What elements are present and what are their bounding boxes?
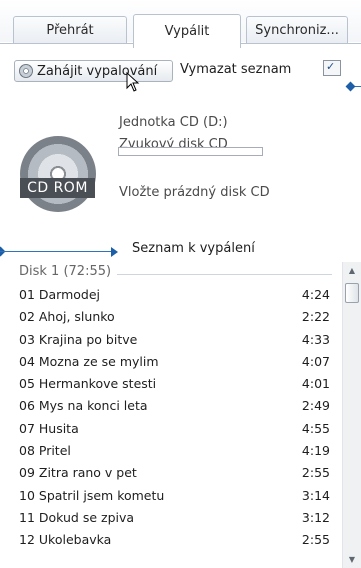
scroll-thumb[interactable]	[345, 283, 359, 303]
list-item[interactable]: 11 Dokud se zpiva 3:12	[0, 507, 342, 529]
track-title: 11 Dokud se zpiva	[19, 509, 135, 525]
track-title: 02 Ahoj, slunko	[19, 309, 115, 325]
track-duration: 4:33	[301, 331, 330, 347]
disk-header: Disk 1 (72:55)	[0, 262, 342, 284]
drive-name: Jednotka CD (D:)	[119, 115, 228, 130]
tab-sync[interactable]: Synchroniz...	[246, 16, 348, 44]
tab-play[interactable]: Přehrát	[13, 16, 127, 44]
list-item[interactable]: 06 Mys na konci leta 2:49	[0, 395, 342, 417]
checklist-icon: ✓	[326, 60, 336, 73]
track-duration: 4:24	[301, 287, 330, 302]
track-duration: 2:49	[301, 398, 330, 414]
track-title: 12 Ukolebavka	[19, 532, 112, 548]
start-burn-button[interactable]: Zahájit vypalování	[14, 60, 173, 82]
drive-panel: CD ROM Jednotka CD (D:) Zvukový disk CD …	[0, 100, 361, 235]
play-arrow-icon	[111, 247, 118, 257]
list-item[interactable]: 01 Darmodej 4:24	[0, 284, 342, 306]
track-title: 06 Mys na konci leta	[19, 398, 148, 414]
track-duration: 4:07	[301, 353, 330, 369]
burn-progress-bar	[118, 147, 263, 156]
burn-toolbar: Zahájit vypalování Vymazat seznam ✓	[0, 44, 361, 100]
tab-sync-label: Synchroniz...	[255, 23, 339, 38]
track-duration: 2:55	[301, 532, 330, 548]
list-options-button[interactable]: ✓	[323, 60, 341, 76]
cd-disc-icon	[20, 136, 96, 212]
track-duration: 3:14	[301, 487, 330, 503]
insert-disc-instruction: Vložte prázdný disk CD	[119, 185, 270, 200]
burn-list-header: Seznam k vypálení	[0, 238, 361, 261]
track-duration: 4:19	[301, 443, 330, 459]
track-title: 07 Husita	[19, 420, 79, 436]
track-title: 10 Spatril jsem kometu	[19, 487, 165, 503]
disc-icon	[19, 64, 33, 78]
tab-play-label: Přehrát	[46, 23, 94, 38]
track-duration: 2:55	[301, 465, 330, 481]
vertical-scrollbar[interactable]: ▲ ▼	[342, 262, 361, 568]
list-item[interactable]: 04 Mozna ze se mylim 4:07	[0, 351, 342, 373]
list-item[interactable]: 05 Hermankove stesti 4:01	[0, 373, 342, 395]
track-title: 04 Mozna ze se mylim	[19, 353, 159, 369]
tab-burn-label: Vypálit	[164, 24, 210, 39]
burn-list-title: Seznam k vypálení	[132, 241, 255, 256]
track-title: 03 Krajina po bitve	[19, 331, 138, 347]
clear-list-button[interactable]: Vymazat seznam	[180, 62, 291, 77]
tab-bar: Přehrát Vypálit Synchroniz...	[0, 0, 361, 48]
disk-header-label: Disk 1 (72:55)	[19, 264, 118, 279]
scroll-down-icon[interactable]: ▼	[343, 551, 361, 568]
callout-pointer-right	[345, 81, 356, 92]
list-item[interactable]: 07 Husita 4:55	[0, 418, 342, 440]
list-item[interactable]: 08 Pritel 4:19	[0, 440, 342, 462]
list-item[interactable]: 10 Spatril jsem kometu 3:14	[0, 485, 342, 507]
list-item[interactable]: 03 Krajina po bitve 4:33	[0, 329, 342, 351]
track-duration: 4:01	[301, 376, 330, 392]
list-item[interactable]: 02 Ahoj, slunko 2:22	[0, 306, 342, 328]
track-title: 09 Zitra rano v pet	[19, 465, 137, 481]
track-duration: 4:55	[301, 420, 330, 436]
callout-line-left	[0, 251, 111, 252]
track-title: 05 Hermankove stesti	[19, 376, 157, 392]
tab-burn[interactable]: Vypálit	[133, 14, 241, 48]
burn-track-list[interactable]: Disk 1 (72:55) 01 Darmodej 4:24 02 Ahoj, …	[0, 262, 342, 568]
scroll-up-icon[interactable]: ▲	[343, 262, 361, 279]
mouse-pointer-icon	[126, 72, 140, 92]
list-item[interactable]: 12 Ukolebavka 2:55	[0, 529, 342, 551]
track-title: 08 Pritel	[19, 443, 71, 459]
track-duration: 3:12	[301, 509, 330, 525]
track-duration: 2:22	[301, 309, 330, 325]
cd-rom-label: CD ROM	[20, 178, 95, 198]
list-item[interactable]: 09 Zitra rano v pet 2:55	[0, 462, 342, 484]
track-title: 01 Darmodej	[19, 287, 101, 302]
